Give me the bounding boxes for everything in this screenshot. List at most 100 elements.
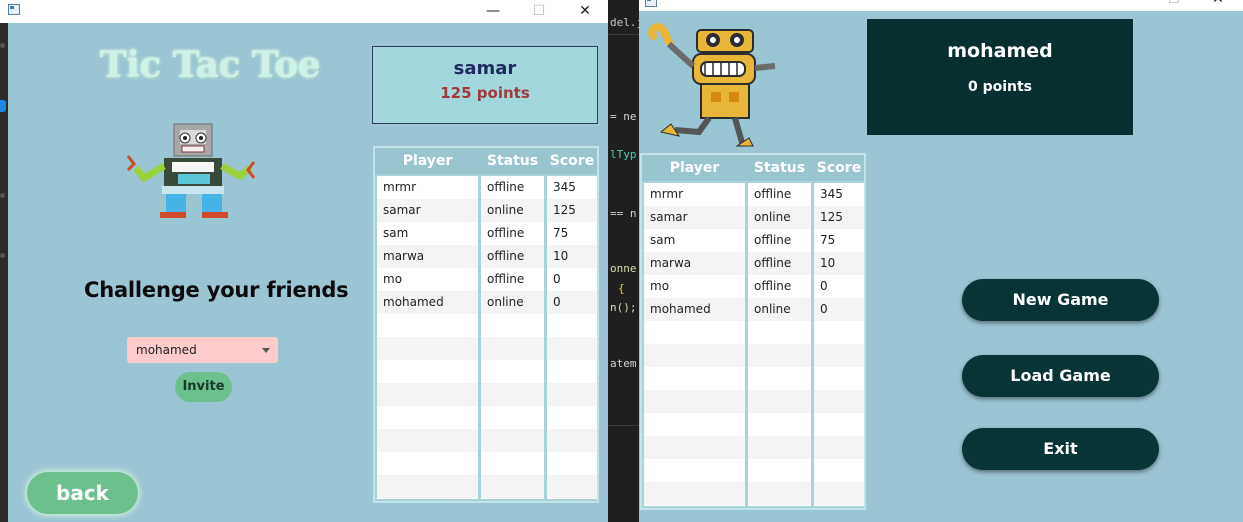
right-game-window: — ☐ ✕ mohamed 0 points PlayerStatusScore… xyxy=(639,0,1243,522)
empty-table-row xyxy=(377,429,478,452)
empty-table-row xyxy=(748,413,811,436)
friend-select-value: mohamed xyxy=(136,343,197,357)
table-cell[interactable]: offline xyxy=(481,268,544,291)
table-cell[interactable]: offline xyxy=(481,245,544,268)
table-cell[interactable]: 0 xyxy=(547,291,597,314)
empty-table-row xyxy=(547,429,597,452)
table-cell[interactable]: offline xyxy=(748,183,811,206)
code-line: atem xyxy=(610,357,637,370)
column-header-status[interactable]: Status xyxy=(748,155,811,181)
empty-table-row xyxy=(481,383,544,406)
table-cell[interactable]: sam xyxy=(377,222,478,245)
new-game-button[interactable]: New Game xyxy=(962,279,1159,321)
table-cell[interactable]: online xyxy=(481,199,544,222)
table-column: 345 125 75 10 0 0 xyxy=(814,183,864,506)
players-table[interactable]: Player Status Score mrmr samar sam marwa mo moha… xyxy=(640,153,866,510)
empty-table-row xyxy=(814,390,864,413)
empty-table-row xyxy=(748,321,811,344)
column-header-status[interactable]: Status xyxy=(481,148,544,174)
table-cell[interactable]: mo xyxy=(377,268,478,291)
table-cell[interactable]: 0 xyxy=(814,298,864,321)
table-cell[interactable]: offline xyxy=(748,252,811,275)
left-title-bar: — ☐ ✕ xyxy=(0,0,608,23)
close-button[interactable]: ✕ xyxy=(1195,0,1241,11)
table-cell[interactable]: offline xyxy=(481,222,544,245)
empty-table-row xyxy=(814,482,864,505)
left-window-edge xyxy=(0,23,8,522)
table-cell[interactable]: offline xyxy=(481,176,544,199)
players-table[interactable]: Player Status Score mrmr samar sam marwa mo moha… xyxy=(373,146,599,503)
table-cell[interactable]: offline xyxy=(748,275,811,298)
code-tab-label: del.ja xyxy=(610,16,639,29)
table-cell[interactable]: mo xyxy=(644,275,745,298)
table-cell[interactable]: 75 xyxy=(814,229,864,252)
table-cell[interactable]: offline xyxy=(748,229,811,252)
player-profile-card: samar 125 points xyxy=(372,46,598,124)
empty-table-row xyxy=(644,367,745,390)
table-cell[interactable]: 0 xyxy=(814,275,864,298)
minimize-button[interactable]: — xyxy=(1105,0,1151,11)
empty-table-row xyxy=(481,406,544,429)
close-button[interactable]: ✕ xyxy=(562,0,608,23)
app-logo-title: Tic Tac Toe xyxy=(100,44,321,86)
column-header-player[interactable]: Player xyxy=(644,155,745,181)
empty-table-row xyxy=(644,413,745,436)
notification-badge xyxy=(0,100,6,112)
left-game-window: — ☐ ✕ Tic Tac Toe Challenge your friends… xyxy=(0,0,608,522)
code-line: lTyp xyxy=(610,148,637,161)
maximize-button[interactable]: ☐ xyxy=(1151,0,1197,11)
table-cell[interactable]: 125 xyxy=(547,199,597,222)
challenge-heading: Challenge your friends xyxy=(84,278,349,302)
table-cell[interactable]: 345 xyxy=(547,176,597,199)
table-cell[interactable]: 75 xyxy=(547,222,597,245)
table-cell[interactable]: samar xyxy=(644,206,745,229)
empty-table-row xyxy=(644,321,745,344)
empty-table-row xyxy=(814,413,864,436)
table-cell[interactable]: mohamed xyxy=(377,291,478,314)
empty-table-row xyxy=(481,475,544,498)
table-cell[interactable]: sam xyxy=(644,229,745,252)
empty-table-row xyxy=(644,436,745,459)
empty-table-row xyxy=(547,337,597,360)
exit-button[interactable]: Exit xyxy=(962,428,1159,470)
invite-button[interactable]: Invite xyxy=(175,372,232,402)
friend-select[interactable]: mohamed xyxy=(127,337,278,363)
empty-table-row xyxy=(748,459,811,482)
table-column: offline online offline offline offline online xyxy=(481,176,544,499)
column-header-score[interactable]: Score xyxy=(547,148,597,174)
table-cell[interactable]: 10 xyxy=(814,252,864,275)
table-cell[interactable]: online xyxy=(748,206,811,229)
table-cell[interactable]: 0 xyxy=(547,268,597,291)
maximize-button[interactable]: ☐ xyxy=(516,0,562,23)
column-header-player[interactable]: Player xyxy=(377,148,478,174)
table-cell[interactable]: mohamed xyxy=(644,298,745,321)
empty-table-row xyxy=(547,314,597,337)
table-cell[interactable]: 10 xyxy=(547,245,597,268)
empty-table-row xyxy=(481,314,544,337)
empty-table-row xyxy=(814,344,864,367)
table-cell[interactable]: 345 xyxy=(814,183,864,206)
column-header-score[interactable]: Score xyxy=(814,155,864,181)
empty-table-row xyxy=(377,406,478,429)
table-cell[interactable]: mrmr xyxy=(377,176,478,199)
dancing-robot-icon xyxy=(648,23,776,147)
table-cell[interactable]: marwa xyxy=(377,245,478,268)
empty-table-row xyxy=(377,314,478,337)
back-button[interactable]: back xyxy=(27,472,138,514)
table-cell[interactable]: online xyxy=(481,291,544,314)
table-column: 345 125 75 10 0 0 xyxy=(547,176,597,499)
code-line: onne xyxy=(610,262,637,275)
empty-table-row xyxy=(481,429,544,452)
empty-table-row xyxy=(547,360,597,383)
table-cell[interactable]: online xyxy=(748,298,811,321)
table-cell[interactable]: mrmr xyxy=(644,183,745,206)
table-cell[interactable]: 125 xyxy=(814,206,864,229)
minimize-button[interactable]: — xyxy=(470,0,516,23)
player-profile-card: mohamed 0 points xyxy=(867,19,1133,135)
table-cell[interactable]: marwa xyxy=(644,252,745,275)
load-game-button[interactable]: Load Game xyxy=(962,355,1159,397)
empty-table-row xyxy=(814,321,864,344)
code-line: { xyxy=(618,282,625,295)
table-cell[interactable]: samar xyxy=(377,199,478,222)
chevron-down-icon[interactable] xyxy=(262,348,270,353)
